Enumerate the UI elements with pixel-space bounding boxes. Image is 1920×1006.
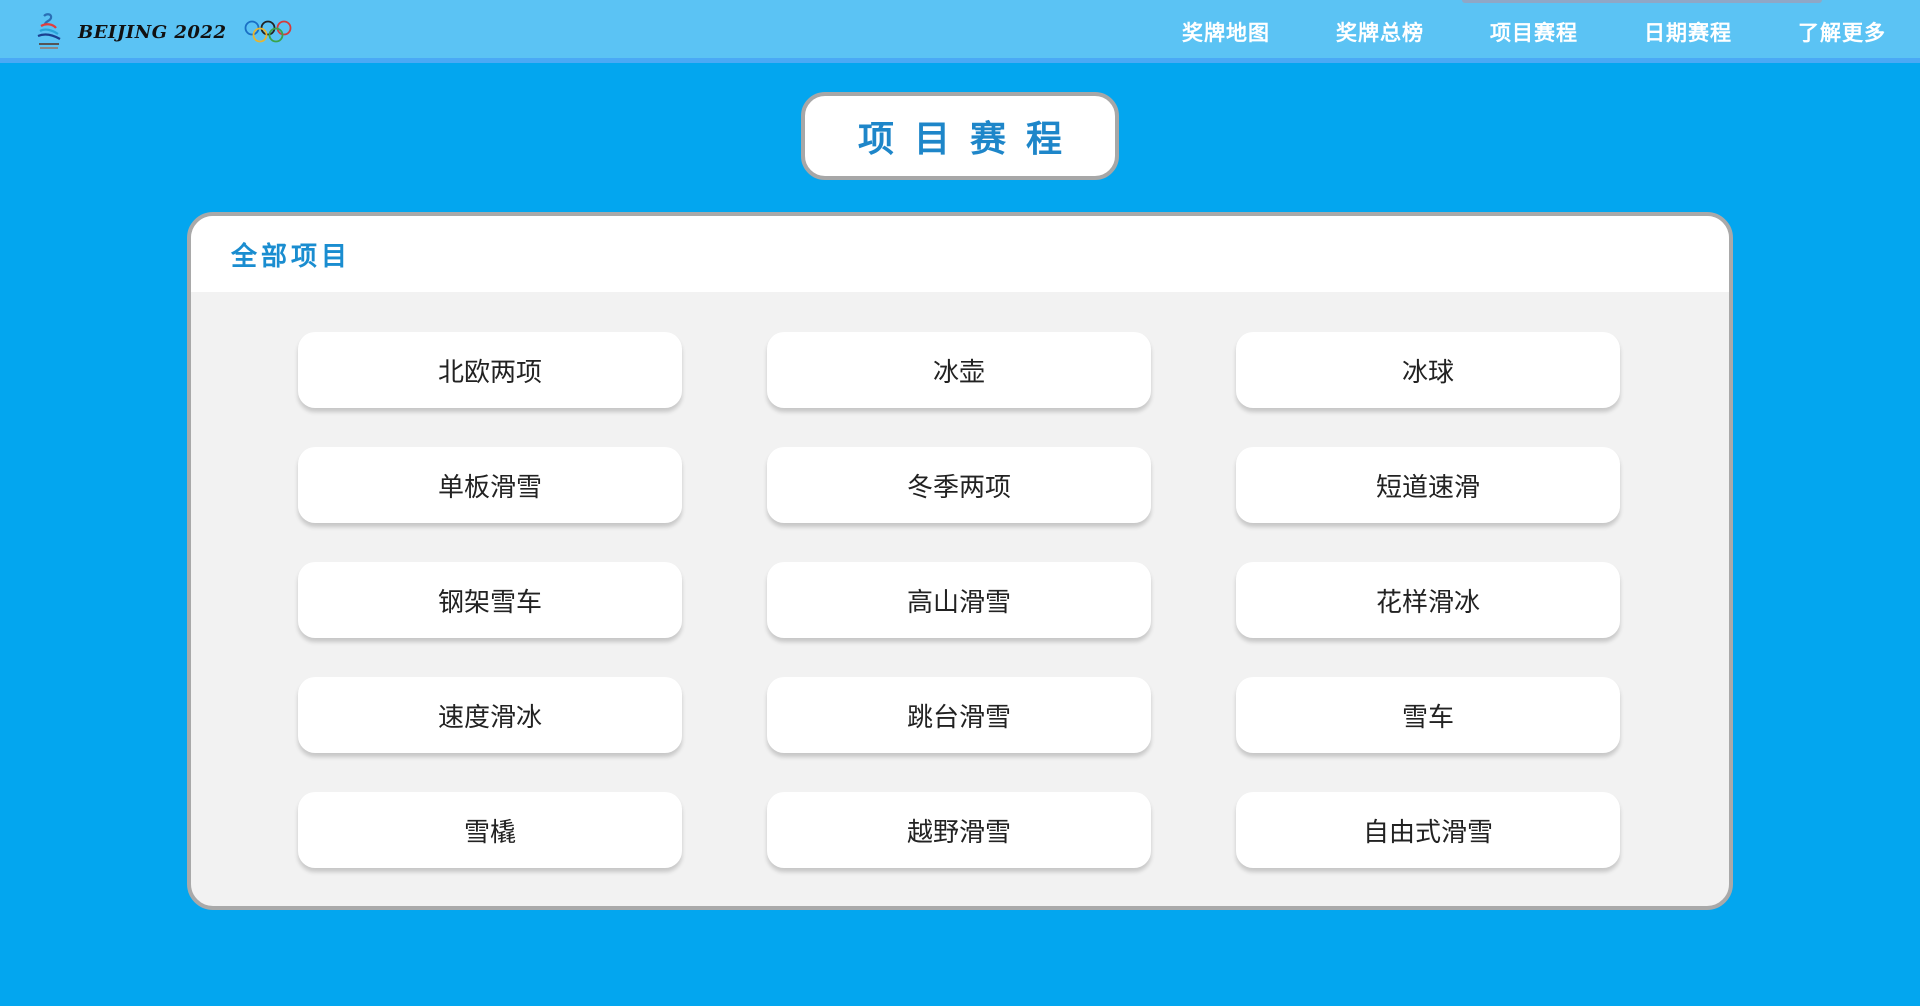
page-title-pill: 项目赛程 [801,92,1119,180]
event-button-short-track[interactable]: 短道速滑 [1236,447,1620,523]
event-button-cross-country[interactable]: 越野滑雪 [767,792,1151,868]
event-button-freestyle[interactable]: 自由式滑雪 [1236,792,1620,868]
event-button-skeleton[interactable]: 钢架雪车 [298,562,682,638]
nav-item-medal-map[interactable]: 奖牌地图 [1182,17,1270,47]
page-title: 项目赛程 [857,119,1082,160]
event-button-biathlon[interactable]: 冬季两项 [767,447,1151,523]
event-button-curling[interactable]: 冰壶 [767,332,1151,408]
nav-item-date-schedule[interactable]: 日期赛程 [1644,17,1732,47]
panel-header: 全部项目 [191,216,1729,292]
event-button-snowboard[interactable]: 单板滑雪 [298,447,682,523]
event-button-nordic-combined[interactable]: 北欧两项 [298,332,682,408]
events-panel: 全部项目 北欧两项 冰壶 冰球 单板滑雪 冬季两项 短道速滑 钢架雪车 高山滑雪… [187,212,1733,910]
brand-wordmark: BEIJING 2022 [78,21,227,43]
nav-item-medal-table[interactable]: 奖牌总榜 [1336,17,1424,47]
event-button-bobsleigh[interactable]: 雪车 [1236,677,1620,753]
olympic-rings-icon [245,20,292,43]
main-nav: 奖牌地图 奖牌总榜 项目赛程 日期赛程 了解更多 [1116,0,1886,63]
event-button-figure-skating[interactable]: 花样滑冰 [1236,562,1620,638]
event-button-alpine-skiing[interactable]: 高山滑雪 [767,562,1151,638]
event-button-speed-skating[interactable]: 速度滑冰 [298,677,682,753]
top-navigation-bar: BEIJING 2022 奖牌地图 奖牌总榜 项目赛程 日期赛程 了解更多 [0,0,1920,63]
nav-item-learn-more[interactable]: 了解更多 [1798,17,1886,47]
panel-header-title: 全部项目 [231,241,352,272]
beijing-2022-emblem-icon [37,13,61,49]
event-button-luge[interactable]: 雪橇 [298,792,682,868]
event-button-ice-hockey[interactable]: 冰球 [1236,332,1620,408]
nav-item-event-schedule[interactable]: 项目赛程 [1490,17,1578,47]
brand-logo[interactable]: BEIJING 2022 [32,12,292,52]
events-grid: 北欧两项 冰壶 冰球 单板滑雪 冬季两项 短道速滑 钢架雪车 高山滑雪 花样滑冰… [298,332,1620,868]
event-button-ski-jumping[interactable]: 跳台滑雪 [767,677,1151,753]
